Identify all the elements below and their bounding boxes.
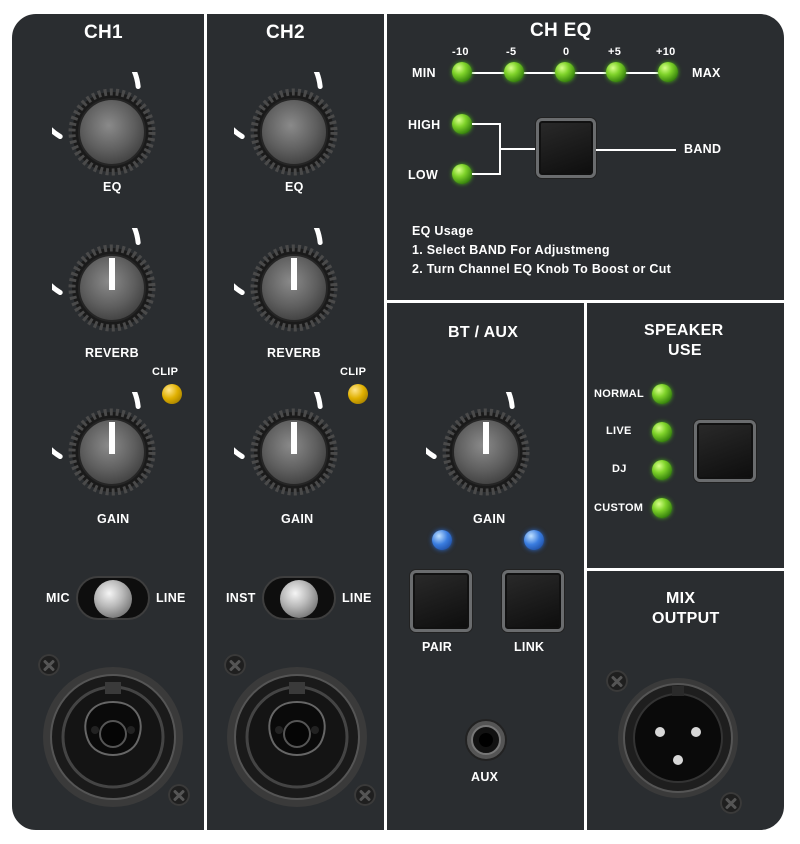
speaker-use-title-line2: USE <box>668 342 702 359</box>
ch2-switch-left-label: INST <box>226 591 256 605</box>
eq-usage-title: EQ Usage <box>412 224 474 238</box>
eq-low-label: LOW <box>408 168 439 182</box>
link-button[interactable] <box>502 570 564 632</box>
speaker-mode-led <box>652 422 672 442</box>
eq-scale-value: +5 <box>608 46 622 58</box>
aux-input-jack[interactable] <box>464 718 508 762</box>
ch2-switch-right-label: LINE <box>342 591 372 605</box>
ch2-eq-knob[interactable] <box>234 72 354 192</box>
speaker-mode-label: LIVE <box>606 425 632 437</box>
mix-output-title-line1: MIX <box>666 590 696 607</box>
divider-ch1-ch2 <box>204 14 207 830</box>
ch1-gain-label: GAIN <box>97 512 130 526</box>
pair-button[interactable] <box>410 570 472 632</box>
speaker-mode-button[interactable] <box>694 420 756 482</box>
divider-speaker-mix <box>584 568 784 571</box>
eq-level-led <box>606 62 626 82</box>
eq-usage-step2: 2. Turn Channel EQ Knob To Boost or Cut <box>412 262 672 276</box>
eq-band-connector <box>472 123 540 175</box>
ch2-reverb-label: REVERB <box>267 346 321 360</box>
eq-level-led <box>504 62 524 82</box>
bt-gain-knob[interactable] <box>426 392 546 512</box>
speaker-use-title-line1: SPEAKER <box>644 322 724 339</box>
ch1-clip-label: CLIP <box>152 366 179 378</box>
eq-scale-min-label: MIN <box>412 66 436 80</box>
eq-band-label: BAND <box>684 142 722 156</box>
ch1-eq-label: EQ <box>103 180 122 194</box>
ch1-reverb-knob[interactable] <box>52 228 172 348</box>
speaker-mode-led <box>652 384 672 404</box>
ch-eq-title: CH EQ <box>530 20 592 41</box>
switch-thumb <box>94 580 132 618</box>
ch1-gain-knob[interactable] <box>52 392 172 512</box>
ch2-combo-jack[interactable] <box>224 664 370 810</box>
speaker-mode-led <box>652 498 672 518</box>
eq-level-led <box>658 62 678 82</box>
bt-gain-label: GAIN <box>473 512 506 526</box>
pair-label: PAIR <box>422 640 453 654</box>
eq-level-led <box>452 62 472 82</box>
speaker-mode-label: DJ <box>612 463 627 475</box>
eq-scale-max-label: MAX <box>692 66 721 80</box>
mix-output-xlr-jack[interactable] <box>616 676 740 800</box>
eq-high-label: HIGH <box>408 118 441 132</box>
bt-aux-title: BT / AUX <box>448 324 519 341</box>
eq-usage-step1: 1. Select BAND For Adjustmeng <box>412 243 610 257</box>
ch2-title: CH2 <box>266 22 305 43</box>
eq-low-led <box>452 164 472 184</box>
ch1-reverb-label: REVERB <box>85 346 139 360</box>
ch2-gain-knob[interactable] <box>234 392 354 512</box>
mix-output-title-line2: OUTPUT <box>652 610 720 627</box>
ch2-gain-label: GAIN <box>281 512 314 526</box>
eq-scale-value: +10 <box>656 46 676 58</box>
eq-scale-value: -5 <box>506 46 517 58</box>
band-select-button[interactable] <box>536 118 596 178</box>
band-line <box>596 149 676 151</box>
ch2-eq-label: EQ <box>285 180 304 194</box>
ch2-clip-label: CLIP <box>340 366 367 378</box>
pair-led <box>432 530 452 550</box>
speaker-mode-label: CUSTOM <box>594 502 644 514</box>
ch1-eq-knob[interactable] <box>52 72 172 192</box>
eq-scale-value: -10 <box>452 46 469 58</box>
speaker-mode-label: NORMAL <box>594 388 645 400</box>
link-label: LINK <box>514 640 545 654</box>
ch1-switch-left-label: MIC <box>46 591 70 605</box>
ch2-inst-line-switch[interactable] <box>262 576 336 620</box>
eq-high-led <box>452 114 472 134</box>
ch1-combo-jack[interactable] <box>40 664 186 810</box>
ch1-title: CH1 <box>84 22 123 43</box>
ch1-switch-right-label: LINE <box>156 591 186 605</box>
divider-bt-speaker <box>584 300 587 830</box>
mixer-panel: CH1 EQ REVERB CLIP GAIN MIC LINE CH2 EQ … <box>10 12 786 832</box>
switch-thumb <box>280 580 318 618</box>
link-led <box>524 530 544 550</box>
eq-level-led <box>555 62 575 82</box>
speaker-mode-led <box>652 460 672 480</box>
divider-ch2-right <box>384 14 387 830</box>
eq-scale-value: 0 <box>563 46 570 58</box>
ch2-reverb-knob[interactable] <box>234 228 354 348</box>
ch1-mic-line-switch[interactable] <box>76 576 150 620</box>
aux-label: AUX <box>471 770 499 784</box>
